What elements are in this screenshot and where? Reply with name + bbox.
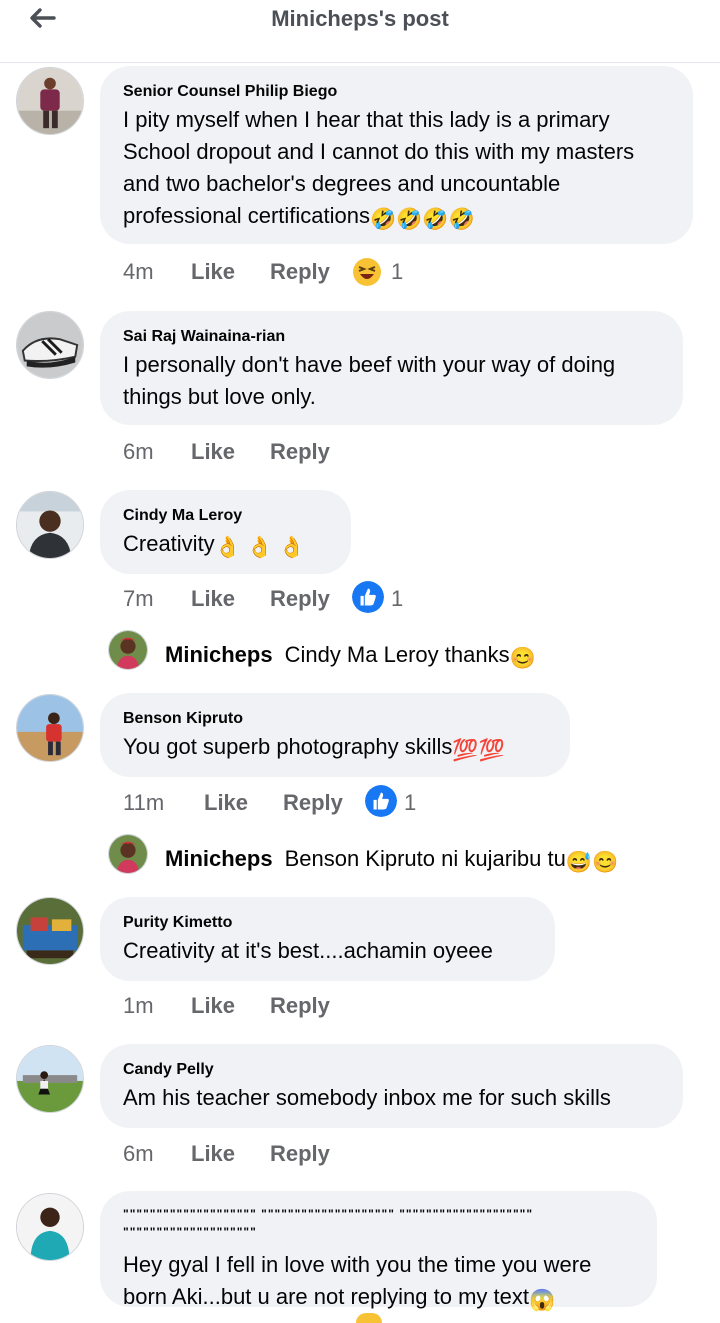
hundred-points-emoji: 💯💯 [452, 739, 505, 762]
reply-text: Cindy Ma Leroy thanks [284, 642, 510, 667]
reply-author[interactable]: Minicheps [165, 846, 273, 871]
comment-text: Creativity 👌 👌 👌 [123, 531, 305, 559]
reply-button[interactable]: Reply [270, 259, 330, 285]
comment-author[interactable]: Sai Raj Wainaina-rian [123, 327, 661, 347]
reaction-count: 1 [391, 259, 404, 284]
comment-time: 1m [123, 993, 154, 1018]
reaction-count: 1 [404, 790, 417, 815]
comment-bubble[interactable]: Candy Pelly Am his teacher somebody inbo… [100, 1044, 683, 1128]
comment-time: 6m [123, 439, 154, 464]
avatar[interactable] [16, 1045, 84, 1113]
avatar[interactable] [16, 491, 84, 559]
avatar[interactable] [16, 311, 84, 379]
comment-author[interactable]: Benson Kipruto [123, 709, 548, 729]
comment-bubble[interactable]: Purity Kimetto Creativity at it's best..… [100, 897, 555, 981]
comment-author[interactable]: """""""""""""""""""" """""""""""""""""""… [123, 1205, 635, 1241]
comment-time: 4m [123, 259, 154, 284]
comment-bubble[interactable]: """""""""""""""""""" """""""""""""""""""… [100, 1191, 657, 1311]
reply-button[interactable]: Reply [270, 586, 330, 612]
comment-text: Creativity at it's best....achamin oyeee [123, 938, 493, 963]
reply-author[interactable]: Minicheps [165, 642, 273, 667]
comment-bubble[interactable]: Senior Counsel Philip Biego I pity mysel… [100, 66, 693, 244]
like-button[interactable]: Like [191, 439, 235, 465]
comment-author[interactable]: Purity Kimetto [123, 913, 533, 933]
like-button[interactable]: Like [191, 586, 235, 612]
comment-text: Am his teacher somebody inbox me for suc… [123, 1085, 611, 1110]
screaming-face-emoji: 😱 [529, 1289, 556, 1312]
reply-button[interactable]: Reply [270, 439, 330, 465]
avatar[interactable] [16, 67, 84, 135]
rolling-laughing-emoji: 🤣🤣🤣🤣 [370, 208, 475, 231]
reply-comment[interactable]: Minicheps Cindy Ma Leroy thanks 😊 [165, 642, 536, 669]
reply-comment[interactable]: Minicheps Benson Kipruto ni kujaribu tu😅😊 [165, 846, 618, 873]
sweat-smile-emoji: 😅😊 [565, 851, 619, 874]
header-bar: Minicheps's post [0, 0, 720, 63]
reply-button[interactable]: Reply [283, 790, 343, 816]
comment-author[interactable]: Candy Pelly [123, 1060, 661, 1080]
reply-button[interactable]: Reply [270, 993, 330, 1019]
comment-bubble[interactable]: Benson Kipruto You got superb photograph… [100, 693, 570, 777]
like-button[interactable]: Like [191, 993, 235, 1019]
thumbs-up-icon[interactable] [365, 785, 397, 817]
comment-author[interactable]: Cindy Ma Leroy [123, 506, 329, 526]
reply-button[interactable]: Reply [270, 1141, 330, 1167]
comment-text: I personally don't have beef with your w… [123, 352, 616, 409]
avatar[interactable] [108, 834, 148, 874]
page-title: Minicheps's post [271, 6, 449, 31]
comment-bubble[interactable]: Cindy Ma Leroy Creativity 👌 👌 👌 [100, 490, 351, 574]
comment-time: 6m [123, 1141, 154, 1166]
reply-text: Benson Kipruto ni kujaribu tu [284, 846, 566, 871]
avatar[interactable] [108, 630, 148, 670]
comment-text: You got superb photography skills💯💯 [123, 734, 505, 762]
comment-bubble[interactable]: Sai Raj Wainaina-rian I personally don't… [100, 311, 683, 425]
comment-text: I pity myself when I hear that this lady… [123, 107, 635, 231]
laughing-face-icon[interactable] [352, 257, 382, 287]
ok-hand-emoji: 👌 👌 👌 [214, 536, 305, 559]
comment-time: 11m [123, 790, 165, 815]
reaction-peek [356, 1313, 382, 1323]
like-button[interactable]: Like [191, 1141, 235, 1167]
avatar[interactable] [16, 1193, 84, 1261]
like-button[interactable]: Like [191, 259, 235, 285]
avatar[interactable] [16, 897, 84, 965]
comment-time: 7m [123, 586, 154, 611]
smiling-face-emoji: 😊 [509, 647, 536, 670]
thumbs-up-icon[interactable] [352, 581, 384, 613]
comment-author[interactable]: Senior Counsel Philip Biego [123, 82, 671, 102]
like-button[interactable]: Like [204, 790, 248, 816]
avatar[interactable] [16, 694, 84, 762]
reaction-count: 1 [391, 586, 404, 611]
comment-text: Hey gyal I fell in love with you the tim… [123, 1252, 592, 1312]
